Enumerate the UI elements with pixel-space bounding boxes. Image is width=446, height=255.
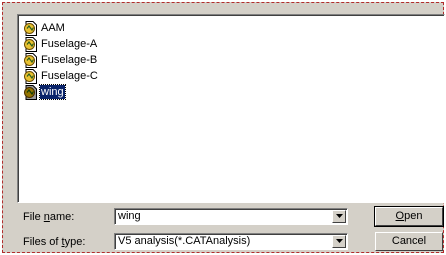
catia-analysis-document-icon xyxy=(24,68,37,84)
file-name-label-suffix: ame: xyxy=(49,211,75,223)
file-type-dropdown-button[interactable] xyxy=(332,235,346,248)
list-item-label: Fuselage-B xyxy=(41,54,98,66)
list-item[interactable]: Fuselage-A xyxy=(23,36,98,52)
open-button[interactable]: Open xyxy=(374,206,444,227)
list-item-selected[interactable]: wing xyxy=(23,84,66,100)
file-name-dropdown-button[interactable] xyxy=(332,210,346,223)
file-name-label: File name: xyxy=(23,211,74,223)
file-list[interactable]: AAM Fuselage-A Fuselage-B Fuselage-C win… xyxy=(17,14,445,203)
file-name-label-prefix: File xyxy=(23,211,44,223)
list-item-label: Fuselage-C xyxy=(41,70,98,82)
cancel-button-label: Cancel xyxy=(391,235,427,247)
file-type-label: Files of type: xyxy=(23,236,85,248)
file-type-label-suffix: ype: xyxy=(64,236,86,248)
catia-analysis-document-icon xyxy=(24,84,37,100)
list-item-label: AAM xyxy=(41,22,65,34)
chevron-down-icon xyxy=(336,214,343,218)
open-button-label: pen xyxy=(404,210,423,222)
file-type-value: V5 analysis(*.CATAnalysis) xyxy=(118,235,251,247)
file-type-select[interactable]: V5 analysis(*.CATAnalysis) xyxy=(114,233,348,250)
list-item[interactable]: Fuselage-C xyxy=(23,68,99,84)
list-item[interactable]: Fuselage-B xyxy=(23,52,98,68)
file-name-input[interactable]: wing xyxy=(118,210,141,223)
file-type-label-prefix: Files of xyxy=(23,236,62,248)
catia-analysis-document-icon xyxy=(24,36,37,52)
list-item-label: wing xyxy=(39,84,66,100)
list-item-label: Fuselage-A xyxy=(41,38,98,50)
file-name-combobox[interactable]: wing xyxy=(114,208,348,225)
chevron-down-icon xyxy=(336,239,343,243)
catia-analysis-document-icon xyxy=(24,52,37,68)
open-button-accel: O xyxy=(395,210,405,222)
file-dialog: AAM Fuselage-A Fuselage-B Fuselage-C win… xyxy=(2,2,445,253)
catia-analysis-document-icon xyxy=(24,20,37,36)
cancel-button[interactable]: Cancel xyxy=(375,232,443,251)
list-item[interactable]: AAM xyxy=(23,20,66,36)
